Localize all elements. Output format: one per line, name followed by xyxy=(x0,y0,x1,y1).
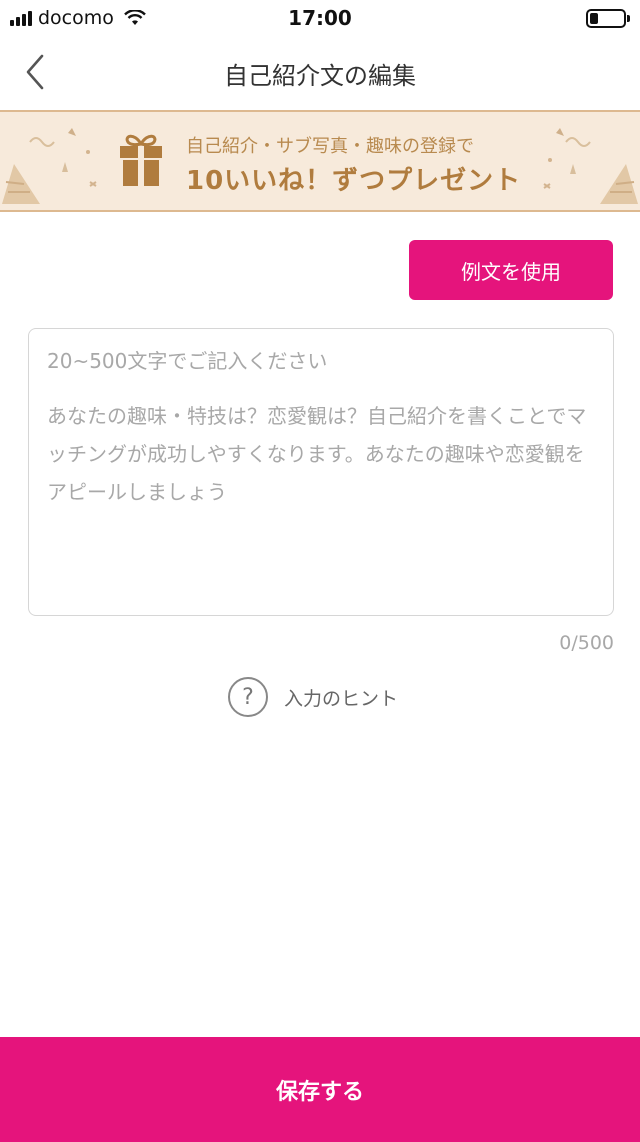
status-bar: docomo 17:00 xyxy=(0,0,640,36)
confetti-left-icon xyxy=(2,128,97,204)
promo-subtitle: 自己紹介・サブ写真・趣味の登録で xyxy=(186,136,474,157)
char-counter: 0/500 xyxy=(559,632,614,654)
question-icon: ? xyxy=(228,677,268,717)
use-example-button[interactable]: 例文を使用 xyxy=(409,240,613,300)
save-button[interactable]: 保存する xyxy=(0,1037,640,1142)
status-time: 17:00 xyxy=(288,6,352,30)
battery-fill xyxy=(590,13,598,24)
battery-icon xyxy=(586,9,630,28)
hint-label: 入力のヒント xyxy=(284,687,399,710)
gift-icon xyxy=(120,134,162,186)
intro-textarea[interactable] xyxy=(29,329,613,615)
nav-bar: 自己紹介文の編集 xyxy=(0,36,640,110)
input-hint-link[interactable]: ? 入力のヒント xyxy=(228,676,398,718)
promo-banner[interactable]: 自己紹介・サブ写真・趣味の登録で 10いいね！ずつプレゼント xyxy=(0,110,640,212)
intro-text-box: 20~500文字でご記入ください あなたの趣味・特技は？恋愛観は？自己紹介を書く… xyxy=(28,328,614,616)
confetti-right-icon xyxy=(543,128,638,204)
page-title: 自己紹介文の編集 xyxy=(224,62,416,90)
promo-title: 10いいね！ずつプレゼント xyxy=(186,166,522,196)
